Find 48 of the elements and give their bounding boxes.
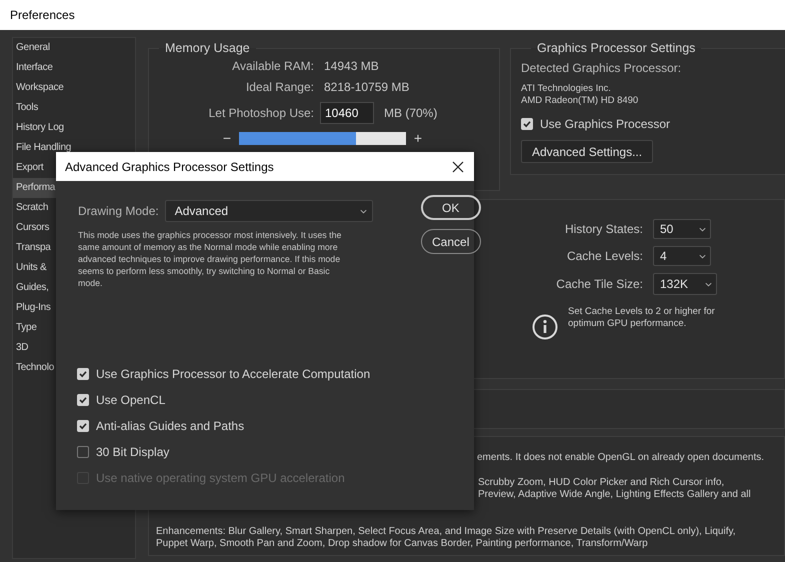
window-title: Preferences xyxy=(10,8,75,22)
memory-slider[interactable] xyxy=(239,132,406,144)
dropdown[interactable]: 132K xyxy=(653,273,717,295)
cancel-button[interactable]: Cancel xyxy=(420,229,481,254)
checkbox[interactable] xyxy=(77,446,89,458)
description-text: Preview, Adaptive Wide Angle, Lighting Effects Gallery and all xyxy=(477,489,752,501)
field-label: Cache Levels: xyxy=(566,249,643,263)
field-label: Cache Tile Size: xyxy=(556,277,643,291)
checkbox-label: Use Graphics Processor to Accelerate Computation xyxy=(96,367,370,381)
sidebar-item[interactable]: History Log xyxy=(13,118,135,138)
checkbox-label: 30 Bit Display xyxy=(96,445,170,459)
checkbox-label: Use OpenCL xyxy=(96,393,166,407)
checkbox-label: Use native operating system GPU acceleration xyxy=(96,471,345,485)
dialog-title: Advanced Graphics Processor Settings xyxy=(65,160,274,174)
field-label: History States: xyxy=(564,222,643,236)
processor-name: AMD Radeon(TM) HD 8490 xyxy=(521,95,640,107)
field-label: Let Photoshop Use: xyxy=(208,106,314,120)
memory-input[interactable]: 10460 xyxy=(320,102,374,124)
checkbox-label: Anti-alias Guides and Paths xyxy=(96,419,244,433)
info-icon xyxy=(532,314,558,340)
processor-name: ATI Technologies Inc. xyxy=(521,83,612,95)
drawing-mode-dropdown[interactable]: Advanced xyxy=(164,200,373,222)
description-text: ements. It does not enable OpenGL on already open documents. xyxy=(477,452,766,464)
description-text: Scrubby Zoom, HUD Color Picker and Rich Cursor info, xyxy=(477,477,726,489)
panel-title: Graphics Processor Settings xyxy=(536,41,696,55)
dropdown[interactable]: 4 xyxy=(653,246,711,266)
sidebar-item[interactable]: Interface xyxy=(13,58,135,78)
checkbox-label: Use Graphics Processor xyxy=(540,117,670,131)
field-label: Drawing Mode: xyxy=(78,204,159,218)
decrease-button[interactable]: − xyxy=(221,130,233,146)
dropdown[interactable]: 50 xyxy=(653,219,711,239)
sidebar-item[interactable]: Workspace xyxy=(13,78,135,98)
field-value: 14943 MB xyxy=(324,58,379,72)
close-icon[interactable] xyxy=(452,160,464,172)
field-label: Detected Graphics Processor: xyxy=(521,61,682,75)
mode-description: This mode uses the graphics processor most intensively. It uses the same amount of memory as the Normal mode while enabling more advanced techniques to improve drawing performance. If this mode seems to perform less smoothly, try switching to Normal or Basic mode. xyxy=(78,229,342,289)
sidebar-item[interactable]: Tools xyxy=(13,98,135,118)
sidebar-item[interactable]: General xyxy=(13,38,135,58)
info-text: Set Cache Levels to 2 or higher for optimum GPU performance. xyxy=(568,306,716,330)
panel-title: Memory Usage xyxy=(164,41,251,55)
ok-button[interactable]: OK xyxy=(420,195,481,220)
enhancements-text: Enhancements: Blur Gallery, Smart Sharpen, Select Focus Area, and Image Size with Preserve Details (with OpenCL only), Liquify, Puppet Warp, Smooth Pan and Zoom, Drop shadow for Canvas Border, Painting performance, Transform/Warp xyxy=(156,526,737,550)
field-label: Ideal Range: xyxy=(244,80,314,94)
unit-label: MB (70%) xyxy=(384,106,438,120)
increase-button[interactable]: + xyxy=(412,130,424,146)
advanced-settings-button[interactable]: Advanced Settings... xyxy=(521,140,654,163)
field-label: Available RAM: xyxy=(231,58,314,72)
field-value: 8218-10759 MB xyxy=(324,80,410,94)
